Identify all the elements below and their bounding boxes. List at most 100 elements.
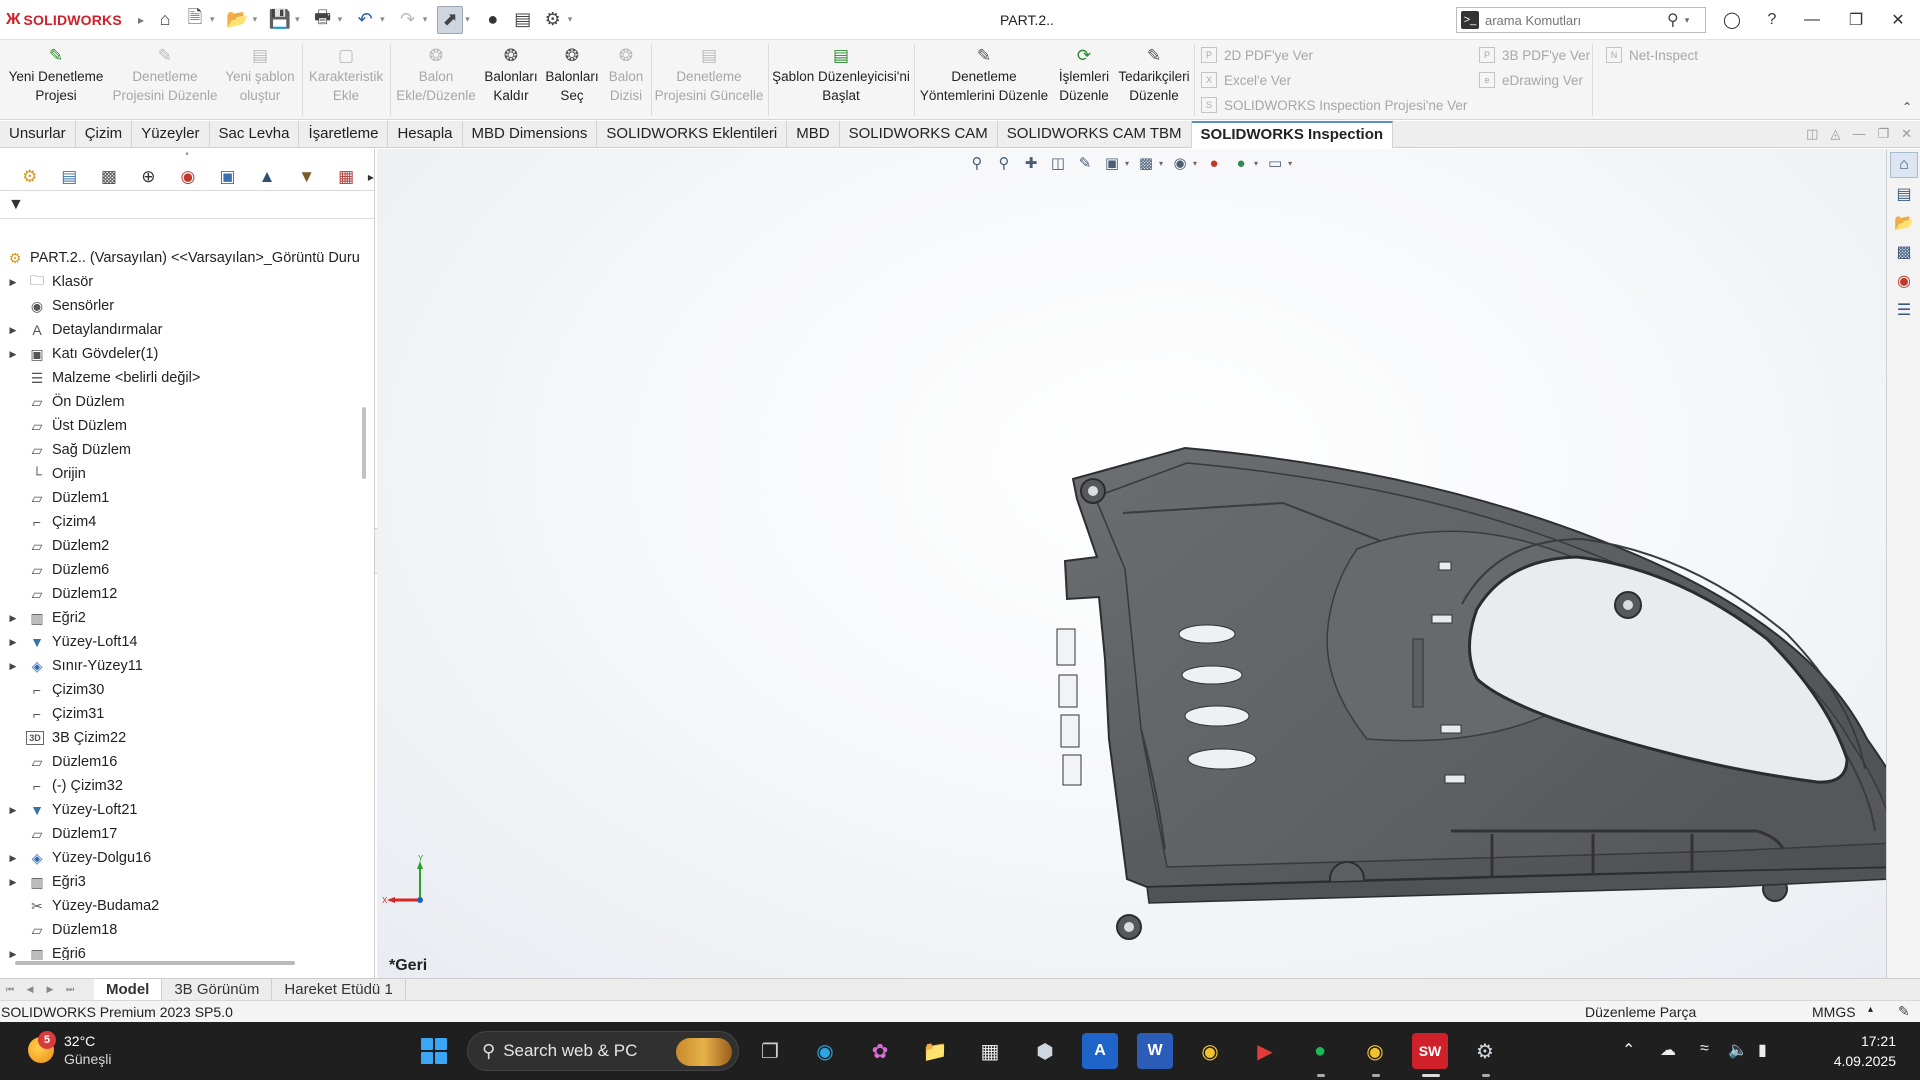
operations-button[interactable]: ⟳ İşlemleri Düzenle [1053,44,1115,116]
display-style-dropdown-icon[interactable]: ▾ [1159,159,1163,168]
traffic-light-icon[interactable]: ● [480,6,506,34]
balloon-remove-button[interactable]: ❂ Balonları Kaldır [480,44,542,116]
apply-scene-icon[interactable]: ● [1231,153,1251,173]
tree-item-27[interactable]: ▱ Düzlem18 [0,918,362,942]
tab-mbd-dimensions[interactable]: MBD Dimensions [463,121,598,148]
last-tab-icon[interactable]: ⏭ [60,981,80,999]
display-manager-tab-icon[interactable]: ◉ [168,164,208,190]
file-properties-icon[interactable]: ▤ [510,6,536,34]
settings-gear-icon[interactable]: ⚙ [1467,1033,1503,1069]
close-icon[interactable]: ✕ [1878,0,1918,40]
expand-arrow-icon[interactable]: ▶ [0,613,26,624]
scroll-thumb[interactable] [362,407,366,479]
unit-system[interactable]: MMGS [1812,1004,1856,1020]
tree-filter[interactable]: ▼ [0,191,374,219]
tree-item-28[interactable]: ▶ ▥ Eğri6 [0,942,362,961]
expand-arrow-icon[interactable]: ▶ [0,805,26,816]
unit-system-dropdown-icon[interactable]: ▴ [1868,1004,1873,1015]
expand-arrow-icon[interactable]: ▶ [0,637,26,648]
onedrive-cloud-icon[interactable]: ☁ [1660,1040,1676,1060]
save-dropdown-icon[interactable]: ▾ [295,14,300,25]
prev-tab-icon[interactable]: ◀ [20,981,40,999]
panel-grip[interactable]: • [0,149,374,163]
task-view-icon[interactable]: ❐ [752,1033,788,1069]
expand-arrow-icon[interactable]: ▶ [0,661,26,672]
chrome-icon[interactable]: ◉ [1192,1033,1228,1069]
redo-dropdown-icon[interactable]: ▾ [423,14,428,25]
view-orientation-dropdown-icon[interactable]: ▾ [1125,159,1129,168]
tree-item-13[interactable]: ▱ Düzlem12 [0,582,362,606]
spotify-icon[interactable]: ● [1302,1033,1338,1069]
file-explorer-icon[interactable]: 📂 [1890,210,1918,236]
tree-item-25[interactable]: ▶ ▥ Eğri3 [0,870,362,894]
chrome-profile-icon[interactable]: ◉ [1357,1033,1393,1069]
part-model-3d[interactable] [1037,439,1886,978]
command-search[interactable]: >_ ⚲ ▾ [1456,7,1706,33]
zoom-to-area-icon[interactable]: ⚲ [994,153,1014,173]
balloon-select-button[interactable]: ❂ Balonları Seç [542,44,602,116]
edge-browser-icon[interactable]: ◉ [807,1033,843,1069]
cam-feature-tab-icon[interactable]: ▣ [208,164,248,190]
tab-yuzeyler[interactable]: Yüzeyler [132,121,210,148]
wifi-icon[interactable]: ≈ [1700,1040,1709,1058]
tree-item-0[interactable]: ▶ 🗀 Klasör [0,270,362,294]
update-project-button[interactable]: ▤ Denetleme Projesini Güncelle [654,44,764,116]
cube-app-icon[interactable]: ⬢ [1027,1033,1063,1069]
add-characteristic-button[interactable]: ▢ Karakteristik Ekle [305,44,387,116]
tree-root-part[interactable]: ⚙ PART.2.. (Varsayılan) <<Varsayılan>_Gö… [0,246,362,270]
tile-right-icon[interactable]: ◬ [1830,126,1840,142]
open-dropdown-icon[interactable]: ▾ [253,14,258,25]
home-icon[interactable]: ⌂ [152,6,178,34]
tab-mbd[interactable]: MBD [787,121,840,148]
youtube-icon[interactable]: ▶ [1247,1033,1283,1069]
tree-item-14[interactable]: ▶ ▥ Eğri2 [0,606,362,630]
battery-icon[interactable]: ▮ [1758,1040,1767,1060]
cam-operation-tab-icon[interactable]: ▲ [247,164,287,190]
doc-restore-icon[interactable]: ❐ [1877,126,1889,142]
display-style-icon[interactable]: ▩ [1136,153,1156,173]
tree-vertical-scrollbar[interactable] [362,259,367,479]
options-gear-icon[interactable]: ⚙ [540,6,566,34]
tree-item-21[interactable]: ⌐ (-) Çizim32 [0,774,362,798]
design-library-icon[interactable]: ▤ [1890,181,1918,207]
redo-icon[interactable]: ↷ [395,6,421,34]
filter-icon[interactable]: ▼ [8,196,24,214]
expand-arrow-icon[interactable]: ▶ [0,325,26,336]
tree-item-23[interactable]: ▱ Düzlem17 [0,822,362,846]
tab-isaretleme[interactable]: İşaretleme [299,121,389,148]
weather-widget[interactable]: 5 32°C Güneşli [28,1031,111,1068]
customize-status-icon[interactable]: ✎ [1898,1003,1910,1020]
account-icon[interactable]: ◯ [1712,0,1752,40]
previous-view-icon[interactable]: ✚ [1021,153,1041,173]
solidworks-logo[interactable]: Ж SOLIDWORKS [0,0,138,40]
edit-appearance-icon[interactable]: ● [1204,153,1224,173]
tab-cizim[interactable]: Çizim [76,121,133,148]
tree-item-8[interactable]: └ Orijin [0,462,362,486]
export-3d-pdf-button[interactable]: P 3B PDF'ye Ver [1479,44,1590,66]
tree-item-17[interactable]: ⌐ Çizim30 [0,678,362,702]
copilot-icon[interactable]: ✿ [862,1033,898,1069]
undo-back-label[interactable]: *Geri [389,957,427,975]
tile-left-icon[interactable]: ◫ [1806,126,1818,142]
volume-icon[interactable]: 🔈 [1728,1040,1748,1060]
tree-item-10[interactable]: ⌐ Çizim4 [0,510,362,534]
taskbar-search[interactable]: ⚲ Search web & PC [467,1031,739,1071]
export-edrawing-button[interactable]: e eDrawing Ver [1479,69,1583,91]
expand-arrow-icon[interactable]: ▶ [0,853,26,864]
tab-motion-study[interactable]: Hareket Etüdü 1 [272,978,406,1001]
new-dropdown-icon[interactable]: ▾ [210,14,215,25]
print-dropdown-icon[interactable]: ▾ [338,14,343,25]
print-icon[interactable]: 🖶 [310,6,336,34]
search-icon[interactable]: ⚲ [1667,10,1679,30]
tree-item-11[interactable]: ▱ Düzlem2 [0,534,362,558]
tab-solidworks-inspection[interactable]: SOLIDWORKS Inspection [1191,121,1394,148]
export-2d-pdf-button[interactable]: P 2D PDF'ye Ver [1201,44,1313,66]
tree-item-2[interactable]: ▶ A Detaylandırmalar [0,318,362,342]
inspection-tab-icon[interactable]: ▦ [326,164,366,190]
scene-dropdown-icon[interactable]: ▾ [1254,159,1258,168]
export-excel-button[interactable]: X Excel'e Ver [1201,69,1291,91]
tree-item-15[interactable]: ▶ ▼ Yüzey-Loft14 [0,630,362,654]
tab-solidworks-eklentileri[interactable]: SOLIDWORKS Eklentileri [597,121,788,148]
search-input[interactable] [1485,12,1665,28]
dimxpert-tab-icon[interactable]: ⊕ [129,164,169,190]
